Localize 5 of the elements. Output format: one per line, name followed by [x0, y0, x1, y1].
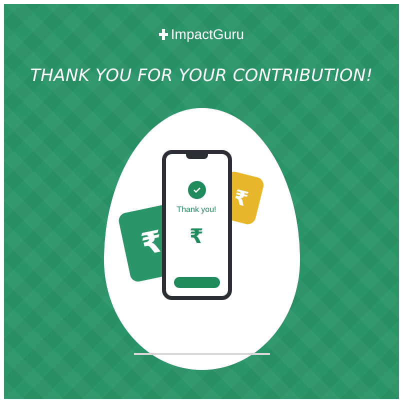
plus-icon [158, 28, 168, 40]
thank-you-heading: THANK YOU FOR YOUR CONTRIBUTION! [30, 66, 373, 86]
rupee-symbol: ₹ [190, 224, 204, 248]
check-icon [188, 181, 206, 199]
logo-text: ImpactGuru [170, 26, 244, 42]
